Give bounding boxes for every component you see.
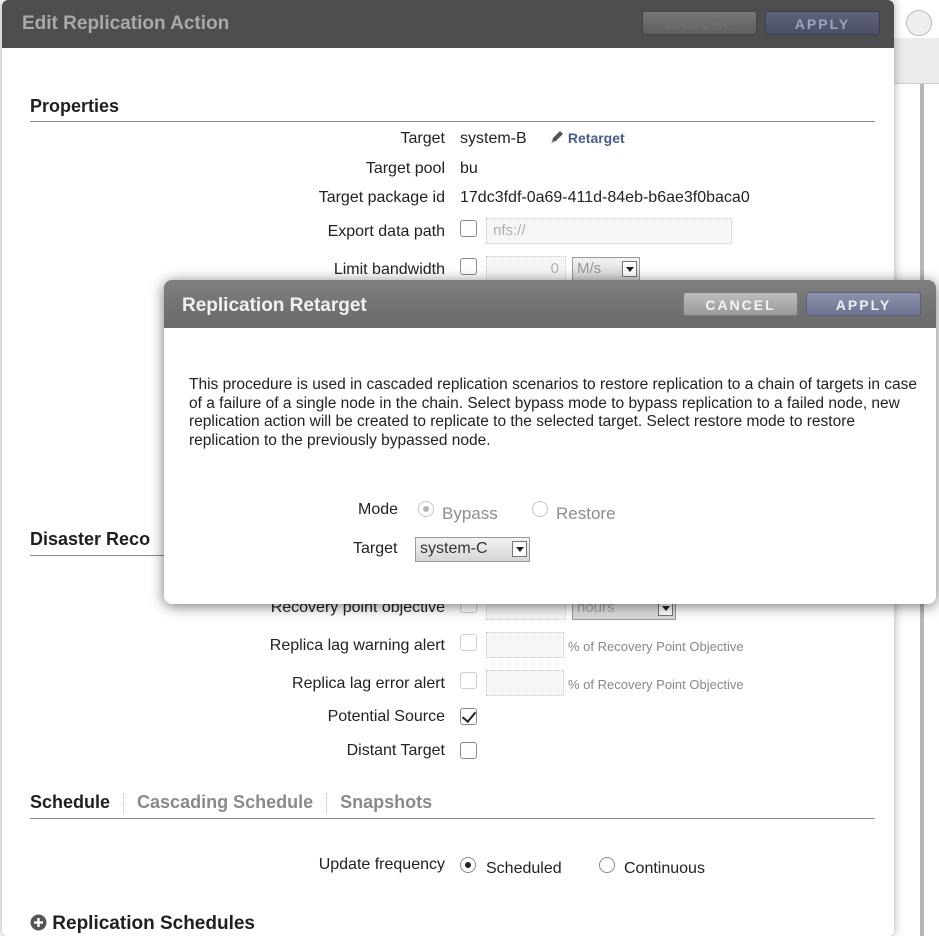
- restore-label[interactable]: Restore: [556, 504, 616, 524]
- modal-target-value: system-C: [420, 540, 488, 557]
- chevron-down-icon: [512, 541, 527, 557]
- modal-target-label: Target: [353, 540, 398, 557]
- scheduled-radio[interactable]: [460, 857, 476, 873]
- retarget-label[interactable]: Retarget: [568, 130, 625, 146]
- lag-error-unit: % of Recovery Point Objective: [568, 677, 744, 692]
- continuous-radio[interactable]: [599, 857, 615, 873]
- bypass-label[interactable]: Bypass: [442, 504, 498, 524]
- bandwidth-unit-value: M/s: [577, 260, 602, 277]
- dialog-title: Edit Replication Action: [22, 13, 230, 34]
- bypass-radio[interactable]: [418, 501, 434, 517]
- target-package-value: 17dc3fdf-0a69-411d-84eb-b6ae3f0baca0: [460, 189, 750, 206]
- target-package-label: Target package id: [318, 189, 445, 206]
- tab-separator: [326, 793, 328, 814]
- potential-source-label: Potential Source: [327, 708, 445, 725]
- update-frequency-label: Update frequency: [318, 856, 445, 873]
- dialog-apply-button[interactable]: APPLY: [765, 11, 880, 35]
- lag-warning-input[interactable]: [486, 632, 564, 658]
- export-path-label: Export data path: [327, 223, 445, 240]
- target-label: Target: [400, 130, 445, 147]
- export-path-input[interactable]: nfs://: [486, 218, 732, 244]
- background-round-button: [906, 10, 932, 36]
- dialog-header: Edit Replication Action CANCEL APPLY: [2, 0, 894, 48]
- modal-title: Replication Retarget: [182, 295, 367, 316]
- export-path-checkbox[interactable]: [460, 220, 477, 237]
- plus-circle-icon[interactable]: [30, 914, 47, 931]
- dialog-cancel-button[interactable]: CANCEL: [642, 11, 757, 35]
- limit-bandwidth-checkbox[interactable]: [460, 258, 477, 275]
- modal-header: Replication Retarget CANCEL APPLY: [164, 280, 936, 328]
- modal-target-select[interactable]: system-C: [415, 537, 530, 562]
- tab-schedule[interactable]: Schedule: [30, 792, 110, 813]
- lag-error-input[interactable]: [486, 670, 564, 696]
- lag-warning-label: Replica lag warning alert: [269, 637, 445, 654]
- modal-apply-button[interactable]: APPLY: [806, 292, 921, 316]
- target-value: system-B: [460, 130, 527, 147]
- replication-schedules-header[interactable]: Replication Schedules: [30, 913, 255, 935]
- distant-target-label: Distant Target: [346, 742, 445, 759]
- lag-error-label: Replica lag error alert: [292, 675, 445, 692]
- lag-error-checkbox[interactable]: [460, 672, 477, 689]
- background-toolbar: [894, 38, 939, 84]
- lag-warning-checkbox[interactable]: [460, 634, 477, 651]
- replication-retarget-modal: Replication Retarget CANCEL APPLY This p…: [164, 280, 936, 604]
- tab-snapshots[interactable]: Snapshots: [340, 792, 432, 813]
- mode-label: Mode: [358, 501, 399, 518]
- distant-target-checkbox[interactable]: [460, 742, 477, 759]
- lag-warning-unit: % of Recovery Point Objective: [568, 639, 744, 654]
- tabs-divider: [30, 818, 875, 819]
- modal-description: This procedure is used in cascaded repli…: [189, 376, 918, 449]
- scheduled-label[interactable]: Scheduled: [486, 860, 562, 878]
- chevron-down-icon: [622, 261, 637, 277]
- tab-separator: [123, 793, 125, 814]
- retarget-link[interactable]: Retarget: [550, 130, 625, 146]
- restore-radio[interactable]: [532, 501, 548, 517]
- replication-schedules-label: Replication Schedules: [52, 913, 256, 934]
- disaster-recovery-heading: Disaster Reco: [30, 529, 151, 549]
- target-pool-label: Target pool: [365, 160, 445, 177]
- target-pool-value: bu: [460, 160, 478, 177]
- continuous-label[interactable]: Continuous: [624, 860, 705, 878]
- pencil-icon: [551, 131, 563, 143]
- bandwidth-unit-select[interactable]: M/s: [572, 257, 640, 281]
- schedule-tabs: Schedule Cascading Schedule Snapshots: [30, 792, 432, 814]
- limit-bandwidth-label: Limit bandwidth: [333, 261, 445, 278]
- modal-cancel-button[interactable]: CANCEL: [683, 292, 798, 316]
- limit-bandwidth-input[interactable]: 0: [486, 256, 566, 282]
- properties-divider: [30, 121, 875, 122]
- properties-heading: Properties: [30, 96, 120, 116]
- tab-cascading-schedule[interactable]: Cascading Schedule: [137, 792, 313, 813]
- potential-source-checkbox[interactable]: [460, 708, 477, 725]
